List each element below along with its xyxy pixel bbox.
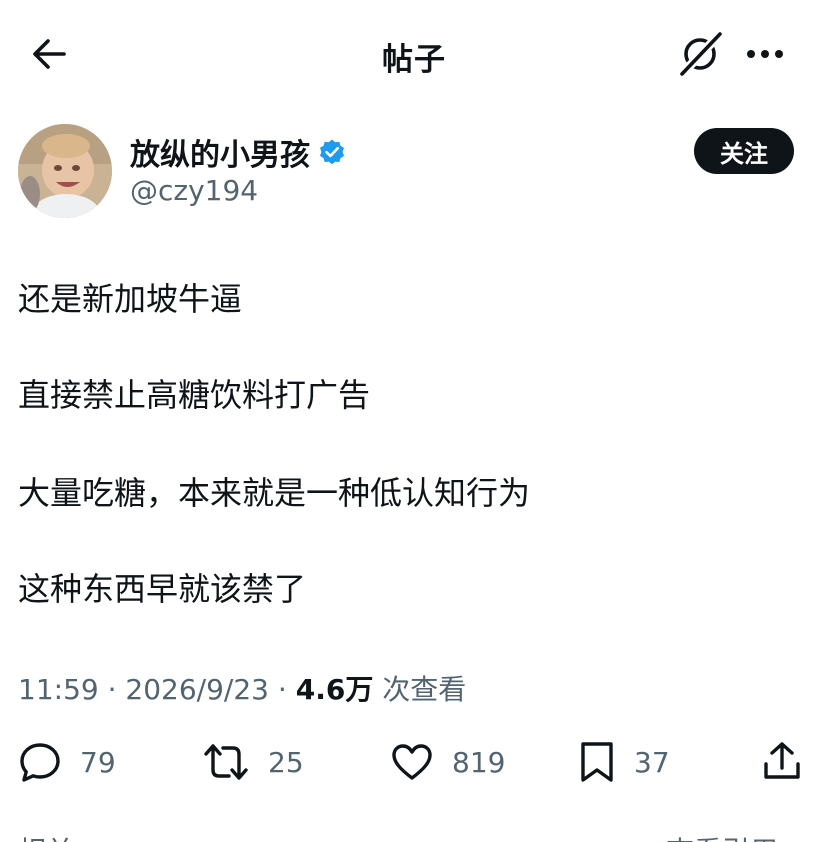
avatar[interactable]	[18, 124, 112, 218]
author-name-row[interactable]: 放纵的小男孩	[130, 130, 346, 174]
repost-count: 25	[268, 745, 304, 779]
like-button[interactable]: 819	[390, 738, 505, 786]
follow-button[interactable]: 关注	[694, 128, 794, 174]
verified-badge-icon	[320, 139, 344, 165]
avatar-photo	[18, 124, 112, 218]
post-detail-page: 帖子 放纵的小男孩 @czy194 关注 还是新加坡牛逼 直接禁止高糖饮料打广告…	[0, 0, 828, 842]
more-horizontal-icon	[747, 50, 783, 58]
heart-icon	[392, 744, 432, 780]
meta-separator: ·	[277, 673, 296, 706]
post-meta: 11:59 · 2026/9/23 · 4.6万 次查看	[18, 668, 466, 708]
bookmark-count: 37	[634, 745, 670, 779]
grok-button[interactable]	[677, 29, 725, 79]
post-text-line: 大量吃糖，本来就是一种低认知行为	[18, 474, 531, 512]
reply-icon	[20, 743, 60, 782]
top-bar: 帖子	[0, 0, 828, 110]
user-handle[interactable]: @czy194	[130, 174, 258, 207]
display-name[interactable]: 放纵的小男孩	[130, 130, 310, 174]
repost-button[interactable]: 25	[202, 738, 304, 786]
repost-icon	[204, 744, 248, 780]
bottom-partial-row: 相关 查看引用	[0, 830, 828, 842]
views-count: 4.6万	[295, 673, 374, 706]
views-label: 次查看	[382, 673, 467, 706]
like-count: 819	[452, 745, 506, 779]
view-quotes-partial-label[interactable]: 查看引用	[666, 830, 778, 842]
more-options-button[interactable]	[745, 42, 785, 66]
grok-icon	[677, 29, 725, 79]
post-text-line: 还是新加坡牛逼	[18, 280, 243, 318]
bookmark-button[interactable]: 37	[578, 738, 670, 786]
post-date[interactable]: 2026/9/23	[125, 673, 269, 706]
share-icon	[764, 742, 800, 779]
post-text-line: 这种东西早就该禁了	[18, 570, 307, 608]
post-time[interactable]: 11:59	[18, 673, 99, 706]
meta-separator: ·	[107, 673, 126, 706]
share-button[interactable]	[762, 738, 802, 786]
post-text-line: 直接禁止高糖饮料打广告	[18, 376, 371, 414]
reply-button[interactable]: 79	[18, 738, 116, 786]
reply-count: 79	[80, 745, 116, 779]
related-partial-label: 相关	[18, 830, 74, 842]
bookmark-icon	[581, 742, 613, 782]
